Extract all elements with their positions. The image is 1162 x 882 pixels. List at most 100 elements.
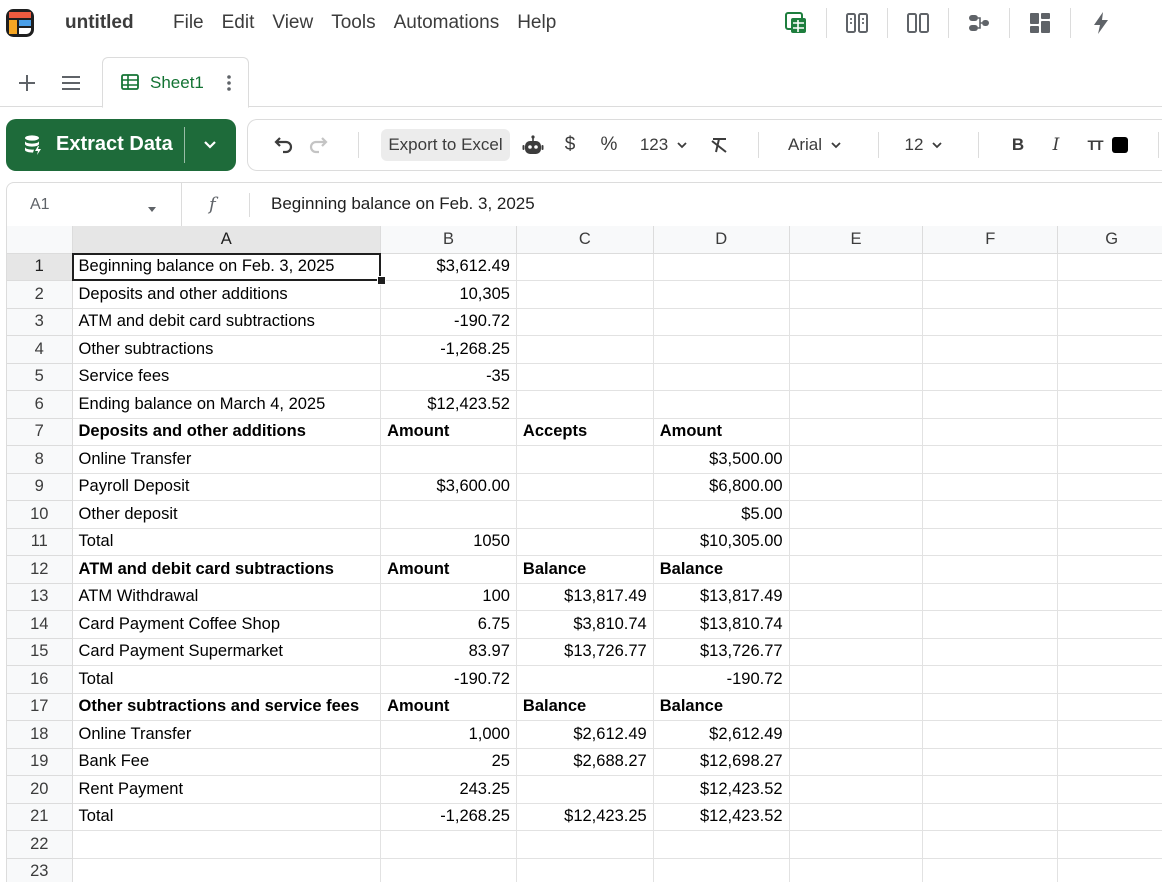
cell-e12[interactable] [789, 555, 924, 584]
cell-g14[interactable] [1057, 610, 1162, 639]
cell-g6[interactable] [1057, 390, 1162, 419]
document-title[interactable]: untitled [65, 12, 134, 34]
cell-b7[interactable]: Amount [380, 418, 517, 446]
flow-icon[interactable] [959, 4, 999, 42]
cell-e7[interactable] [789, 418, 924, 446]
robot-icon[interactable] [520, 120, 546, 170]
cell-c7[interactable]: Accepts [516, 418, 654, 446]
italic-button[interactable]: I [1044, 120, 1068, 170]
fill-handle[interactable] [377, 276, 386, 285]
cell-d9[interactable]: $6,800.00 [653, 473, 790, 501]
more-vert-icon[interactable] [224, 72, 234, 94]
cell-g11[interactable] [1057, 528, 1162, 556]
cell-b5[interactable]: -35 [380, 363, 517, 391]
row-header[interactable]: 6 [7, 390, 73, 419]
cell-a16[interactable]: Total [72, 665, 382, 694]
cell-b23[interactable] [380, 858, 517, 882]
cell-g4[interactable] [1057, 335, 1162, 364]
sheet-list-icon[interactable] [58, 70, 84, 96]
cell-a18[interactable]: Online Transfer [72, 720, 382, 749]
cell-b2[interactable]: 10,305 [380, 280, 517, 309]
cell-b4[interactable]: -1,268.25 [380, 335, 517, 364]
cell-c13[interactable]: $13,817.49 [516, 583, 654, 611]
cell-e23[interactable] [789, 858, 924, 882]
row-header[interactable]: 16 [7, 665, 73, 694]
cell-b9[interactable]: $3,600.00 [380, 473, 517, 501]
cell-f20[interactable] [922, 775, 1059, 804]
cell-f12[interactable] [922, 555, 1059, 584]
menu-automations[interactable]: Automations [394, 12, 500, 34]
cell-b21[interactable]: -1,268.25 [380, 803, 517, 831]
row-header[interactable]: 1 [7, 253, 73, 281]
cell-d18[interactable]: $2,612.49 [653, 720, 790, 749]
cell-f16[interactable] [922, 665, 1059, 694]
menu-edit[interactable]: Edit [222, 12, 255, 34]
cell-e17[interactable] [789, 693, 924, 721]
redo-icon[interactable] [306, 120, 334, 170]
menu-help[interactable]: Help [517, 12, 556, 34]
cell-c9[interactable] [516, 473, 654, 501]
bold-button[interactable]: B [1006, 120, 1030, 170]
cell-d7[interactable]: Amount [653, 418, 790, 446]
cell-f19[interactable] [922, 748, 1059, 776]
cell-c6[interactable] [516, 390, 654, 419]
font-family-dropdown[interactable]: Arial [780, 120, 850, 170]
cell-d5[interactable] [653, 363, 790, 391]
cell-c22[interactable] [516, 830, 654, 859]
row-header[interactable]: 11 [7, 528, 73, 556]
cell-f9[interactable] [922, 473, 1059, 501]
cell-d21[interactable]: $12,423.52 [653, 803, 790, 831]
cell-g5[interactable] [1057, 363, 1162, 391]
cell-e16[interactable] [789, 665, 924, 694]
cell-d20[interactable]: $12,423.52 [653, 775, 790, 804]
formula-input[interactable]: Beginning balance on Feb. 3, 2025 [271, 194, 535, 214]
row-header[interactable]: 15 [7, 638, 73, 666]
cell-b20[interactable]: 243.25 [380, 775, 517, 804]
cell-g2[interactable] [1057, 280, 1162, 309]
cell-e6[interactable] [789, 390, 924, 419]
cell-f10[interactable] [922, 500, 1059, 529]
cell-f18[interactable] [922, 720, 1059, 749]
cell-f15[interactable] [922, 638, 1059, 666]
cell-d3[interactable] [653, 308, 790, 336]
cell-g8[interactable] [1057, 445, 1162, 474]
cell-a8[interactable]: Online Transfer [72, 445, 382, 474]
cell-c10[interactable] [516, 500, 654, 529]
cell-a21[interactable]: Total [72, 803, 382, 831]
cell-d22[interactable] [653, 830, 790, 859]
cell-a11[interactable]: Total [72, 528, 382, 556]
cell-d15[interactable]: $13,726.77 [653, 638, 790, 666]
app-logo-icon[interactable] [6, 9, 34, 37]
cell-g10[interactable] [1057, 500, 1162, 529]
percent-format-button[interactable]: % [596, 120, 622, 170]
cell-e2[interactable] [789, 280, 924, 309]
cell-a7[interactable]: Deposits and other additions [72, 418, 382, 446]
add-sheet-icon[interactable] [14, 70, 40, 96]
row-header[interactable]: 8 [7, 445, 73, 474]
number-format-dropdown[interactable]: 123 [636, 120, 692, 170]
cell-e20[interactable] [789, 775, 924, 804]
row-header[interactable]: 4 [7, 335, 73, 364]
cell-e13[interactable] [789, 583, 924, 611]
select-all-corner[interactable] [7, 226, 73, 254]
cell-d19[interactable]: $12,698.27 [653, 748, 790, 776]
column-header-g[interactable]: G [1057, 226, 1162, 254]
cell-f23[interactable] [922, 858, 1059, 882]
cell-a6[interactable]: Ending balance on March 4, 2025 [72, 390, 382, 419]
row-header[interactable]: 23 [7, 858, 73, 882]
cell-c12[interactable]: Balance [516, 555, 654, 584]
cell-a10[interactable]: Other deposit [72, 500, 382, 529]
cell-b19[interactable]: 25 [380, 748, 517, 776]
cell-d16[interactable]: -190.72 [653, 665, 790, 694]
undo-icon[interactable] [268, 120, 296, 170]
cell-e18[interactable] [789, 720, 924, 749]
cell-c5[interactable] [516, 363, 654, 391]
cell-d23[interactable] [653, 858, 790, 882]
columns-compare-icon[interactable] [837, 4, 877, 42]
row-header[interactable]: 19 [7, 748, 73, 776]
cell-d17[interactable]: Balance [653, 693, 790, 721]
cell-c18[interactable]: $2,612.49 [516, 720, 654, 749]
cell-b18[interactable]: 1,000 [380, 720, 517, 749]
cell-d14[interactable]: $13,810.74 [653, 610, 790, 639]
cell-d13[interactable]: $13,817.49 [653, 583, 790, 611]
